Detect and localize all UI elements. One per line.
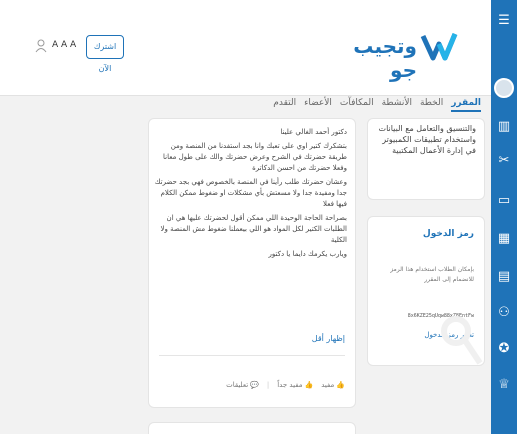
post-card-next xyxy=(148,422,356,434)
post-paragraph: وعشان حضرتك طلب رأينا في المنصة بالخصوص … xyxy=(154,178,347,208)
post-paragraph: دكتور أحمد الغالي علينا xyxy=(280,128,347,136)
divider xyxy=(159,355,345,356)
double-thumbs-up-icon: 👍 xyxy=(304,381,314,389)
sidebar-rail: ☰ ▥ ✂ ▭ ▦ ▤ ⚇ ✪ ♕ xyxy=(491,0,517,434)
course-tabs: المقرر الخطة الأنشطة المكافآت الأعضاء ال… xyxy=(273,98,481,112)
monitor-icon[interactable]: ▭ xyxy=(495,192,513,210)
tools-icon[interactable]: ✂ xyxy=(495,152,513,170)
avatar[interactable] xyxy=(494,78,514,98)
calendar-icon[interactable]: ▦ xyxy=(495,230,513,248)
post-paragraph: بتشكرك كتير اوي على تعبك وانا بجد استفدن… xyxy=(163,142,347,172)
menu-icon[interactable]: ☰ xyxy=(495,12,513,30)
logo[interactable]: وتجيب جو xyxy=(349,30,459,82)
post-body: دكتور أحمد الغالي علينا بتشكرك كتير اوي … xyxy=(151,127,347,263)
font-size-control[interactable]: A A A xyxy=(52,40,76,50)
tab-course[interactable]: المقرر xyxy=(451,98,481,112)
tab-activities[interactable]: الأنشطة xyxy=(382,98,412,112)
access-code-description: بإمكان الطلاب استخدام هذا الرمز للانضمام… xyxy=(390,266,474,283)
post-actions: 👍 مفيد 👍 مفيد جداً | 💬 تعليقات xyxy=(226,381,345,389)
course-description-card: والتنسيق والتعامل مع البيانات واستخدام ت… xyxy=(367,118,485,200)
document-icon[interactable]: ▤ xyxy=(495,268,513,286)
chart-icon[interactable]: ▥ xyxy=(495,118,513,136)
tab-progress[interactable]: التقدم xyxy=(273,98,296,112)
user-icon[interactable] xyxy=(35,39,47,53)
course-description-text: والتنسيق والتعامل مع البيانات واستخدام ت… xyxy=(378,124,476,155)
show-less-link[interactable]: إظهار أقل xyxy=(312,334,345,343)
post-card: دكتور أحمد الغالي علينا بتشكرك كتير اوي … xyxy=(148,118,356,408)
comments-label: تعليقات xyxy=(226,381,249,389)
comment-icon: 💬 xyxy=(250,381,259,389)
access-code-title: رمز الدخول xyxy=(422,229,474,239)
people-icon[interactable]: ⚇ xyxy=(495,304,513,322)
subscribe-button[interactable]: اشترك الآن xyxy=(86,35,124,73)
useful-button[interactable]: 👍 مفيد xyxy=(321,381,345,389)
key-watermark-icon xyxy=(441,316,483,365)
logo-mark-icon xyxy=(420,33,458,61)
very-useful-label: مفيد جداً xyxy=(277,381,303,389)
comments-button[interactable]: 💬 تعليقات xyxy=(226,381,259,389)
separator: | xyxy=(266,381,270,389)
header: وتجيب جو اشترك الآن A A A xyxy=(0,0,491,96)
post-paragraph: ويارب يكرمك دايما يا دكتور xyxy=(268,250,348,258)
tab-members[interactable]: الأعضاء xyxy=(304,98,332,112)
tab-plan[interactable]: الخطة xyxy=(420,98,443,112)
tab-rewards[interactable]: المكافآت xyxy=(340,98,374,112)
useful-label: مفيد xyxy=(321,381,335,389)
award-icon[interactable]: ♕ xyxy=(495,376,513,394)
very-useful-button[interactable]: 👍 مفيد جداً xyxy=(277,381,313,389)
post-paragraph: بصراحة الحاجة الوحيدة اللي ممكن أقول لحض… xyxy=(160,214,347,244)
thumbs-up-icon: 👍 xyxy=(336,381,345,389)
badge-icon[interactable]: ✪ xyxy=(495,340,513,358)
logo-text: وتجيب جو xyxy=(353,34,417,82)
access-code-card: رمز الدخول بإمكان الطلاب استخدام هذا الر… xyxy=(367,216,485,366)
